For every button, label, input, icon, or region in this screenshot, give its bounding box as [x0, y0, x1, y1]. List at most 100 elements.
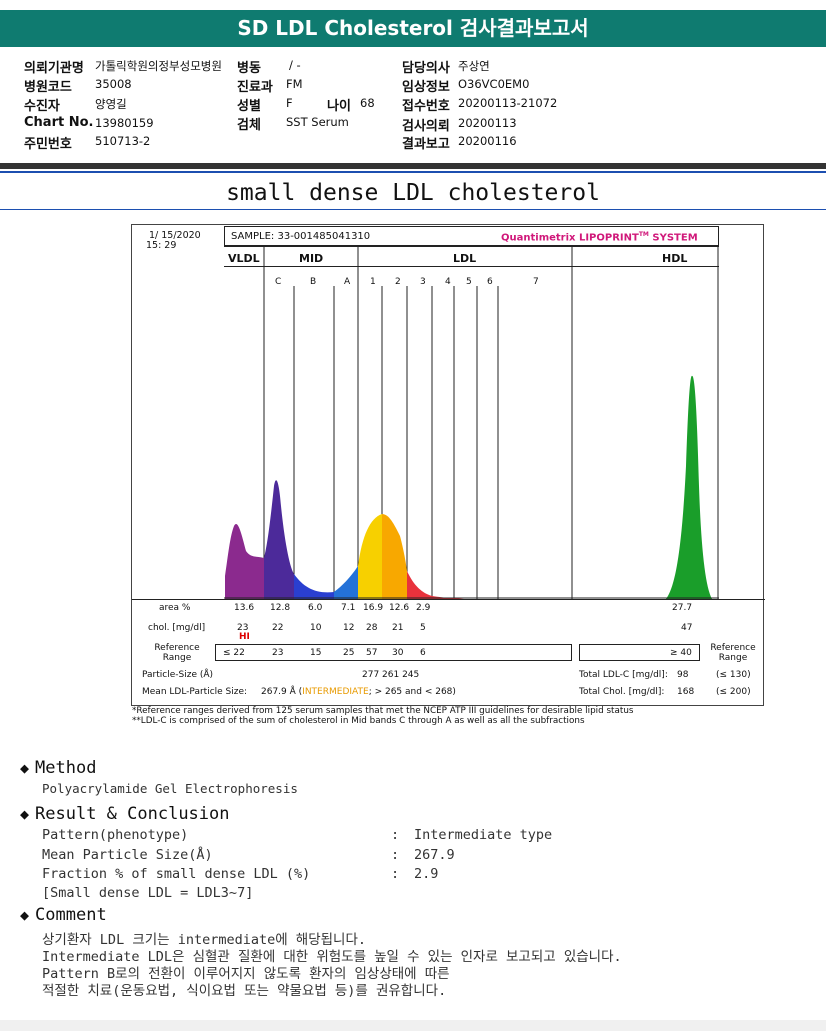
mean-size-row-value: 267.9	[414, 847, 455, 863]
specimen-label: 검체	[237, 118, 261, 133]
ldl1-peak	[358, 514, 382, 599]
area-ldl2: 12.6	[389, 603, 410, 613]
ward-value: / -	[289, 58, 301, 72]
footnote-1: *Reference ranges derived from 125 serum…	[132, 706, 634, 716]
fraction-colon: :	[391, 866, 400, 882]
chol-ldl2: 21	[392, 623, 404, 633]
mean-size-row-label: Mean Particle Size(Å)	[42, 847, 213, 863]
report-page: SD LDL Cholesterol 검사결과보고서 의뢰기관명 가톨릭학원의정…	[0, 0, 826, 1020]
doctor-value: 주상연	[458, 59, 490, 73]
specimen-value: SST Serum	[286, 115, 349, 129]
band-a-peak	[334, 566, 358, 599]
chol-a: 12	[343, 623, 355, 633]
section-divider	[0, 163, 826, 169]
sample-id: SAMPLE: 33-001485041310	[231, 231, 371, 242]
fraction-value: 2.9	[414, 866, 439, 882]
mean-size-colon: :	[391, 847, 400, 863]
area-ldl3: 2.9	[416, 603, 431, 613]
total-ldl-label: Total LDL-C [mg/dl]:	[579, 670, 668, 680]
chol-ldl3: 5	[420, 623, 426, 633]
ref-label: Reference Range	[154, 643, 200, 663]
ref-b: 15	[310, 648, 322, 658]
clinical-label: 임상정보	[402, 80, 450, 95]
institution-label: 의뢰기관명	[24, 61, 84, 76]
request-label: 검사의뢰	[402, 119, 450, 134]
ward-label: 병동	[237, 61, 261, 76]
doctor-label: 담당의사	[402, 61, 450, 76]
report-title: SD LDL Cholesterol 검사결과보고서	[0, 10, 826, 47]
result-date-label: 결과보고	[402, 137, 450, 152]
method-text: Polyacrylamide Gel Electrophoresis	[42, 781, 298, 796]
ref-a: 25	[343, 648, 355, 658]
receipt-label: 접수번호	[402, 99, 450, 114]
total-chol-ref: (≤ 200)	[716, 687, 751, 697]
subtitle-underline	[0, 209, 826, 210]
ref-ldl1: 57	[366, 648, 378, 658]
patient-value: 양영길	[95, 97, 127, 111]
age-value: 68	[360, 96, 375, 110]
area-c: 12.8	[270, 603, 291, 613]
electrophoresis-plot	[224, 246, 719, 599]
vldl-peak	[225, 524, 264, 599]
band-b-peak	[294, 574, 334, 599]
chart-label: Chart No.	[24, 115, 94, 130]
dept-value: FM	[286, 77, 303, 91]
institution-value: 가톨릭학원의정부성모병원	[95, 59, 222, 73]
receipt-value: 20200113-21072	[458, 96, 558, 110]
chol-ldl1: 28	[366, 623, 378, 633]
area-vldl: 13.6	[234, 603, 255, 613]
clinical-value: O36VC0EM0	[458, 77, 530, 91]
dept-label: 진료과	[237, 80, 273, 95]
area-ldl1: 16.9	[363, 603, 384, 613]
result-date-value: 20200116	[458, 134, 517, 148]
chol-label: chol. [mg/dl]	[148, 623, 206, 633]
footnote-2: **LDL-C is comprised of the sum of chole…	[132, 716, 585, 726]
ref-hdl: ≥ 40	[670, 648, 692, 658]
pattern-label: Pattern(phenotype)	[42, 827, 189, 843]
brand-name: Quantimetrix LIPOPRINTTM SYSTEM	[501, 231, 698, 244]
comment-line: 적절한 치료(운동요법, 식이요법 또는 약물요법 등)를 권유합니다.	[42, 983, 447, 999]
hi-flag: HI	[239, 632, 250, 642]
diamond-icon: ◆	[20, 805, 30, 823]
ldl3-peak	[407, 571, 432, 599]
particle-sizes: 277 261 245	[362, 670, 420, 680]
pattern-colon: :	[391, 827, 400, 843]
section-divider-blue	[0, 171, 826, 173]
diamond-icon: ◆	[20, 759, 30, 777]
area-b: 6.0	[308, 603, 323, 613]
id-value: 510713-2	[95, 134, 151, 148]
sex-label: 성별	[237, 99, 261, 114]
mean-size-label: Mean LDL-Particle Size:	[142, 687, 248, 697]
total-chol-value: 168	[677, 687, 695, 697]
ref-ldl3: 6	[420, 648, 426, 658]
hospital-code-label: 병원코드	[24, 80, 72, 95]
age-label: 나이	[327, 99, 351, 114]
ldl2-peak	[382, 514, 407, 599]
sex-value: F	[286, 96, 293, 110]
ref-ldl2: 30	[392, 648, 404, 658]
result-heading: ◆ Result & Conclusion	[20, 804, 230, 824]
sample-header: SAMPLE: 33-001485041310 Quantimetrix LIP…	[224, 226, 719, 246]
hospital-code-value: 35008	[95, 77, 132, 91]
ref-range-label: Reference Range	[710, 643, 756, 663]
lipoprint-report: 1/ 15/2020 15: 29 SAMPLE: 33-00148504131…	[131, 224, 765, 706]
band-dividers	[263, 246, 719, 599]
pattern-value: Intermediate type	[414, 827, 553, 843]
particle-size-label: Particle-Size (Å)	[142, 670, 214, 680]
total-ldl-ref: (≤ 130)	[716, 670, 751, 680]
total-chol-label: Total Chol. [mg/dl]:	[579, 687, 665, 697]
chol-hdl: 47	[681, 623, 693, 633]
sd-ldl-note: [Small dense LDL = LDL3~7]	[42, 885, 254, 901]
fraction-label: Fraction % of small dense LDL (%)	[42, 866, 311, 882]
method-heading: ◆ Method	[20, 758, 97, 778]
chol-b: 10	[310, 623, 322, 633]
chol-c: 22	[272, 623, 284, 633]
hdl-peak	[666, 375, 712, 599]
band-c-peak	[264, 480, 294, 599]
diamond-icon: ◆	[20, 906, 30, 924]
area-label: area %	[159, 603, 191, 613]
ref-c: 23	[272, 648, 284, 658]
comment-heading: ◆ Comment	[20, 905, 107, 925]
area-a: 7.1	[341, 603, 356, 613]
total-ldl-value: 98	[677, 670, 689, 680]
